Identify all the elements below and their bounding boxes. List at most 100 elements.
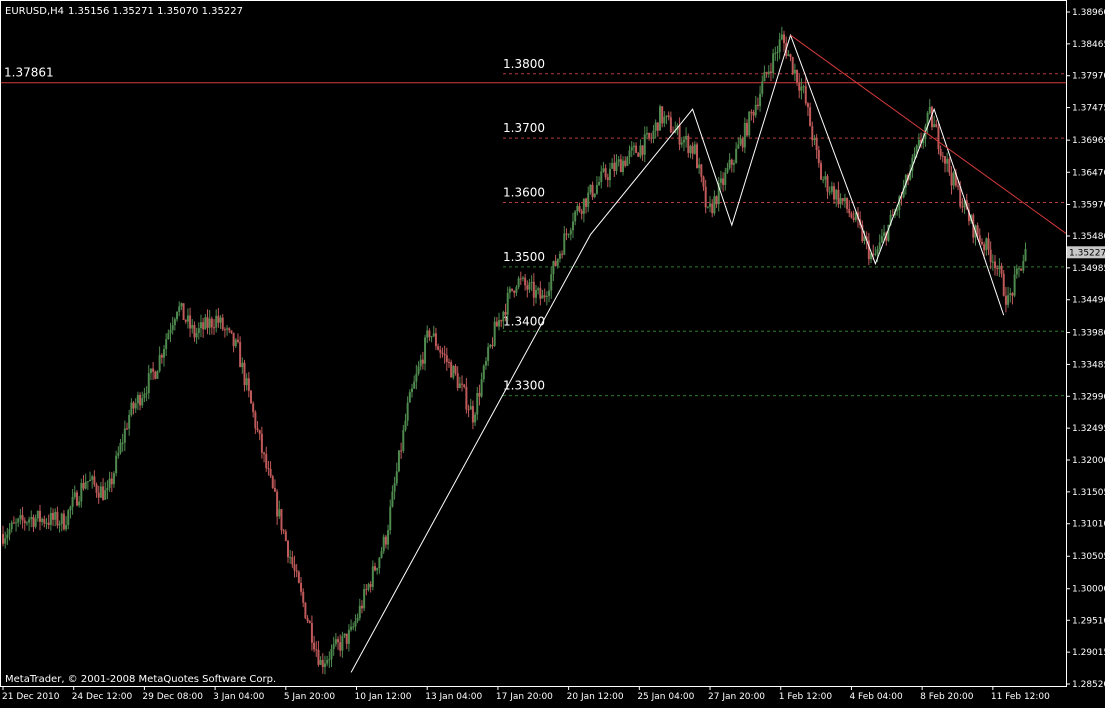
- candle-body: [1013, 274, 1016, 296]
- candle-body: [632, 145, 635, 148]
- candle-body: [1011, 293, 1014, 296]
- candle-body: [356, 617, 359, 621]
- candle-body: [994, 261, 997, 269]
- candle-body: [883, 232, 886, 237]
- current-price-label: 1.35227: [1069, 248, 1105, 258]
- candle-body: [458, 383, 461, 389]
- candle-body: [263, 452, 266, 455]
- candle-body: [824, 176, 827, 180]
- candle-body: [284, 531, 287, 541]
- candle-body: [480, 379, 483, 397]
- candle-body: [1020, 268, 1023, 271]
- price-axis-label: 1.29510: [1072, 616, 1105, 626]
- candle-body: [215, 315, 218, 328]
- candle-body: [843, 197, 846, 202]
- candle-body: [465, 386, 468, 410]
- time-axis-label: 25 Jan 04:00: [637, 692, 694, 702]
- price-axis-label: 1.33980: [1072, 329, 1105, 339]
- candle-body: [880, 236, 883, 243]
- candle-body: [476, 392, 479, 415]
- chart-canvas[interactable]: 1.3800 1.3700 1.3600 1.3500 1.3400 1.3300 1.37…: [0, 0, 1105, 704]
- candle-body: [36, 510, 39, 519]
- candle-body: [487, 347, 490, 361]
- candle-body: [108, 478, 111, 489]
- candle-body: [813, 138, 816, 141]
- candle-body: [752, 112, 755, 116]
- candle-body: [395, 471, 398, 484]
- candle-body: [69, 506, 72, 511]
- price-axis-label: 1.28520: [1072, 680, 1105, 690]
- candle-body: [500, 320, 503, 322]
- candle-body: [504, 311, 507, 315]
- candle-body: [985, 238, 988, 251]
- candle-body: [602, 168, 605, 172]
- candle-body: [310, 623, 313, 643]
- candle-body: [639, 145, 642, 157]
- candle-body: [695, 144, 698, 169]
- candle-body: [545, 296, 548, 298]
- price-axis-label: 1.35480: [1072, 232, 1105, 242]
- candle-body: [410, 388, 413, 393]
- candle-body: [65, 525, 68, 530]
- candle-body: [21, 515, 24, 521]
- candle-body: [130, 402, 133, 415]
- price-axis-label: 1.38465: [1072, 40, 1105, 50]
- price-axis-label: 1.37970: [1072, 72, 1105, 82]
- candle-body: [104, 490, 107, 500]
- candle-body: [454, 365, 457, 374]
- price-levels-layer: 1.3800 1.3700 1.3600 1.3500 1.3400 1.3300 1.37…: [0, 57, 1066, 397]
- candle-body: [722, 178, 725, 185]
- price-level-label: 1.3400: [503, 314, 545, 328]
- candle-body: [371, 566, 374, 587]
- candle-body: [306, 618, 309, 622]
- candle-body: [548, 290, 551, 297]
- candle-body: [323, 663, 326, 668]
- candle-body: [741, 138, 744, 148]
- candle-body: [493, 321, 496, 346]
- price-axis-label: 1.30505: [1072, 552, 1105, 562]
- candle-body: [176, 311, 179, 320]
- candle-body: [848, 208, 851, 214]
- candle-body: [484, 360, 487, 366]
- candle-body: [556, 258, 559, 266]
- time-axis-label: 24 Dec 12:00: [72, 692, 133, 702]
- candle-body: [1002, 273, 1005, 296]
- candle-body: [678, 125, 681, 145]
- candle-body: [787, 54, 790, 56]
- price-chart[interactable]: 1.3800 1.3700 1.3600 1.3500 1.3400 1.3300 1.37…: [0, 0, 1105, 704]
- candle-body: [30, 517, 33, 520]
- candle-body: [291, 557, 294, 565]
- candle-body: [360, 605, 363, 609]
- candle-body: [983, 244, 986, 251]
- candle-body: [347, 629, 350, 644]
- candle-body: [195, 332, 198, 338]
- price-axis-label: 1.32990: [1072, 392, 1105, 402]
- candle-body: [437, 346, 440, 350]
- candle-body: [567, 234, 570, 236]
- candle-body: [421, 359, 424, 364]
- candle-body: [15, 522, 18, 524]
- candle-body: [295, 570, 298, 572]
- candle-body: [726, 168, 729, 173]
- time-axis-label: 8 Feb 20:00: [920, 692, 974, 702]
- candle-body: [250, 390, 253, 404]
- candle-body: [841, 198, 844, 202]
- candle-body: [337, 639, 340, 643]
- candle-body: [213, 327, 216, 329]
- candle-body: [136, 394, 139, 404]
- candle-body: [180, 303, 183, 307]
- price-axis-label: 1.34490: [1072, 296, 1105, 306]
- candle-body: [350, 626, 353, 630]
- candle-body: [419, 359, 422, 367]
- candle-body: [750, 111, 753, 113]
- candle-body: [1015, 268, 1018, 275]
- candle-body: [498, 320, 501, 327]
- candle-body: [415, 373, 418, 382]
- price-level-label: 1.3700: [503, 121, 545, 135]
- candle-body: [89, 479, 92, 482]
- candle-body: [706, 206, 709, 208]
- candle-body: [524, 277, 527, 286]
- candle-body: [160, 354, 163, 358]
- candle-body: [793, 69, 796, 74]
- candle-body: [682, 139, 685, 143]
